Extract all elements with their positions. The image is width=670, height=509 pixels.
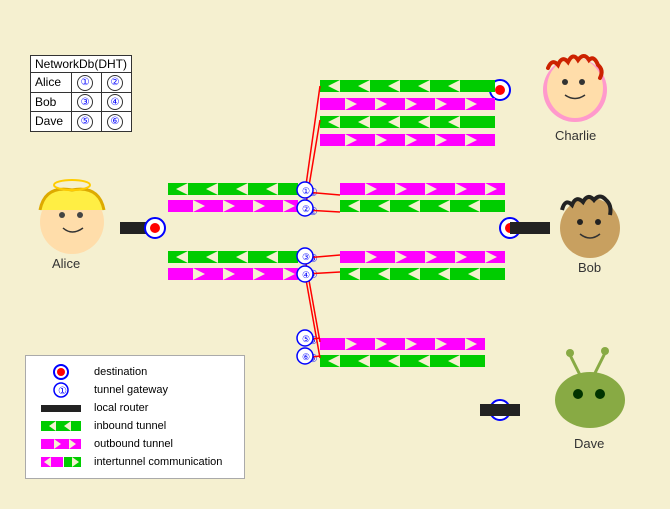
legend-inbound-label: inbound tunnel — [94, 420, 166, 432]
legend-gateway-label: tunnel gateway — [94, 384, 168, 396]
dave-label: Dave — [574, 436, 604, 451]
legend-destination: destination — [36, 364, 234, 380]
alice-eye-left — [59, 212, 65, 218]
legend-inter-icon — [36, 454, 86, 470]
bob-eye-left — [577, 219, 583, 225]
inbound-row2-right — [340, 200, 505, 212]
legend-gateway-icon: ① — [36, 382, 86, 398]
bob-label: Bob — [578, 260, 601, 275]
charlie-label: Charlie — [555, 128, 596, 143]
dave-face — [555, 372, 625, 428]
legend-outbound-icon — [36, 436, 86, 452]
red-line-1-charlie — [305, 86, 320, 192]
inbound-row6 — [320, 355, 485, 367]
charlie-eye-left — [562, 79, 568, 85]
legend-intertunnel: intertunnel communication — [36, 454, 234, 470]
bob-router — [510, 222, 550, 234]
charlie-inbound-2 — [320, 116, 495, 128]
charlie-inbound-1 — [320, 80, 495, 92]
alice-destination-inner — [150, 223, 160, 233]
legend-inter-label: intertunnel communication — [94, 456, 222, 468]
alice-hair — [40, 189, 104, 210]
legend-router-label: local router — [94, 402, 148, 414]
legend-tunnel-gateway: ① tunnel gateway — [36, 382, 234, 398]
dave-antenna-right — [595, 353, 605, 373]
legend-inbound-icon — [36, 418, 86, 434]
dave-antenna-left-tip — [566, 349, 574, 357]
dave-antenna-left — [570, 355, 580, 375]
outbound-row1-right — [340, 183, 505, 195]
dave-antenna-right-tip — [601, 347, 609, 355]
legend-local-router: local router — [36, 400, 234, 416]
gw-num-6: ⑥ — [302, 352, 310, 362]
legend-router-icon — [36, 400, 86, 416]
legend-destination-label: destination — [94, 366, 147, 378]
alice-eye-right — [77, 212, 83, 218]
gw-num-3: ③ — [302, 252, 310, 262]
charlie-destination-inner — [495, 85, 505, 95]
charlie-eye-right — [579, 79, 585, 85]
legend-box: destination ① tunnel gateway local route… — [25, 355, 245, 479]
gw-num-1: ① — [302, 186, 310, 196]
outbound-row3-right — [340, 251, 505, 263]
svg-text:①: ① — [58, 386, 67, 397]
dave-eye-right — [595, 389, 605, 399]
legend-outbound: outbound tunnel — [36, 436, 234, 452]
gw-num-5: ⑤ — [302, 334, 310, 344]
dave-router — [480, 404, 520, 416]
legend-outbound-label: outbound tunnel — [94, 438, 173, 450]
charlie-face — [547, 58, 603, 118]
legend-destination-icon — [36, 364, 86, 380]
alice-label: Alice — [52, 256, 80, 271]
bob-eye-right — [595, 219, 601, 225]
inbound-row4-right — [340, 268, 505, 280]
legend-inbound: inbound tunnel — [36, 418, 234, 434]
dave-eye-left — [573, 389, 583, 399]
outbound-row5 — [320, 338, 485, 350]
gw-num-2: ② — [302, 204, 310, 214]
gw-num-4: ④ — [302, 270, 310, 280]
